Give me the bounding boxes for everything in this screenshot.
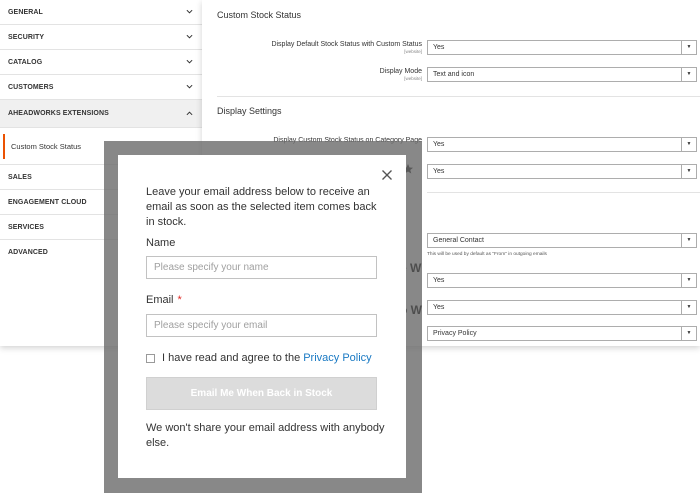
email-input[interactable] — [146, 314, 377, 337]
email-label-text: Email — [146, 294, 174, 306]
select-value: Privacy Policy — [433, 330, 477, 337]
sidebar-item-label: CUSTOMERS — [8, 83, 54, 91]
select-email-sender[interactable]: General Contact ▼ — [427, 233, 697, 248]
field-label-text: Display Mode — [379, 68, 422, 75]
divider — [217, 96, 700, 97]
select-value: Yes — [433, 44, 445, 51]
required-marker: * — [177, 294, 182, 306]
field-label-display-default-stock-status: Display Default Stock Status with Custom… — [271, 41, 422, 54]
privacy-agree-checkbox[interactable] — [146, 353, 155, 363]
sidebar-item-aheadworks-extensions[interactable]: AHEADWORKS EXTENSIONS — [0, 100, 202, 128]
select-display-default-stock-status[interactable]: Yes ▼ — [427, 40, 697, 55]
dropdown-arrow-icon: ▼ — [681, 138, 696, 151]
email-me-button[interactable]: Email Me When Back in Stock — [146, 377, 377, 410]
select-value: Yes — [433, 304, 445, 311]
select-value: Yes — [433, 141, 445, 148]
select-setting-6[interactable]: Yes ▼ — [427, 273, 697, 288]
sidebar-item-label: AHEADWORKS EXTENSIONS — [8, 110, 109, 117]
sidebar-item-label: SERVICES — [8, 223, 45, 231]
select-value: Yes — [433, 168, 445, 175]
select-display-mode[interactable]: Text and icon ▼ — [427, 67, 697, 82]
divider — [427, 192, 700, 193]
sidebar-item-label: ENGAGEMENT CLOUD — [8, 198, 87, 206]
chevron-up-icon — [186, 111, 193, 116]
sidebar-item-security[interactable]: SECURITY — [0, 25, 202, 50]
privacy-footnote: We won't share your email address with a… — [146, 422, 385, 449]
agree-text: I have read and agree to the — [162, 352, 301, 364]
dropdown-arrow-icon: ▼ — [681, 234, 696, 247]
name-input[interactable] — [146, 256, 377, 279]
dropdown-arrow-icon: ▼ — [681, 41, 696, 54]
sidebar-item-label: SALES — [8, 173, 32, 181]
email-label: Email * — [146, 294, 182, 306]
field-hint-email-sender: This will be used by default as "From" i… — [427, 252, 547, 257]
chevron-down-icon — [186, 84, 193, 89]
select-setting-4[interactable]: Yes ▼ — [427, 164, 697, 179]
field-scope: [website] — [404, 76, 422, 81]
dropdown-arrow-icon: ▼ — [681, 165, 696, 178]
chevron-down-icon — [186, 34, 193, 39]
field-scope: [website] — [404, 49, 422, 54]
section-title-display-settings: Display Settings — [217, 106, 282, 116]
field-label-text: Display Default Stock Status with Custom… — [271, 41, 422, 48]
close-icon[interactable] — [381, 169, 393, 181]
field-label-display-mode: Display Mode [website] — [380, 68, 422, 81]
modal-intro-text: Leave your email address below to receiv… — [146, 186, 377, 228]
sidebar-item-catalog[interactable]: CATALOG — [0, 50, 202, 75]
select-display-on-category[interactable]: Yes ▼ — [427, 137, 697, 152]
sidebar-item-label: ADVANCED — [8, 249, 48, 256]
sidebar-item-general[interactable]: GENERAL — [0, 0, 202, 25]
select-setting-7[interactable]: Yes ▼ — [427, 300, 697, 315]
dropdown-arrow-icon: ▼ — [681, 68, 696, 81]
dropdown-arrow-icon: ▼ — [681, 274, 696, 287]
dropdown-arrow-icon: ▼ — [681, 301, 696, 314]
back-in-stock-modal: Leave your email address below to receiv… — [118, 155, 406, 478]
chevron-down-icon — [186, 9, 193, 14]
sidebar-item-label: SECURITY — [8, 33, 45, 41]
select-privacy-policy-page[interactable]: Privacy Policy ▼ — [427, 326, 697, 341]
chevron-down-icon — [186, 59, 193, 64]
sidebar-item-customers[interactable]: CUSTOMERS — [0, 75, 202, 100]
sidebar-item-label: GENERAL — [8, 8, 43, 16]
privacy-agreement-row: I have read and agree to the Privacy Pol… — [146, 352, 372, 364]
sidebar-item-label: CATALOG — [8, 58, 43, 66]
name-label: Name — [146, 237, 176, 249]
select-value: General Contact — [433, 237, 484, 244]
section-title-custom-stock-status: Custom Stock Status — [217, 10, 302, 20]
privacy-policy-link[interactable]: Privacy Policy — [303, 352, 371, 364]
dropdown-arrow-icon: ▼ — [681, 327, 696, 340]
sidebar-subitem-label: Custom Stock Status — [11, 142, 82, 151]
select-value: Text and icon — [433, 71, 475, 78]
select-value: Yes — [433, 277, 445, 284]
